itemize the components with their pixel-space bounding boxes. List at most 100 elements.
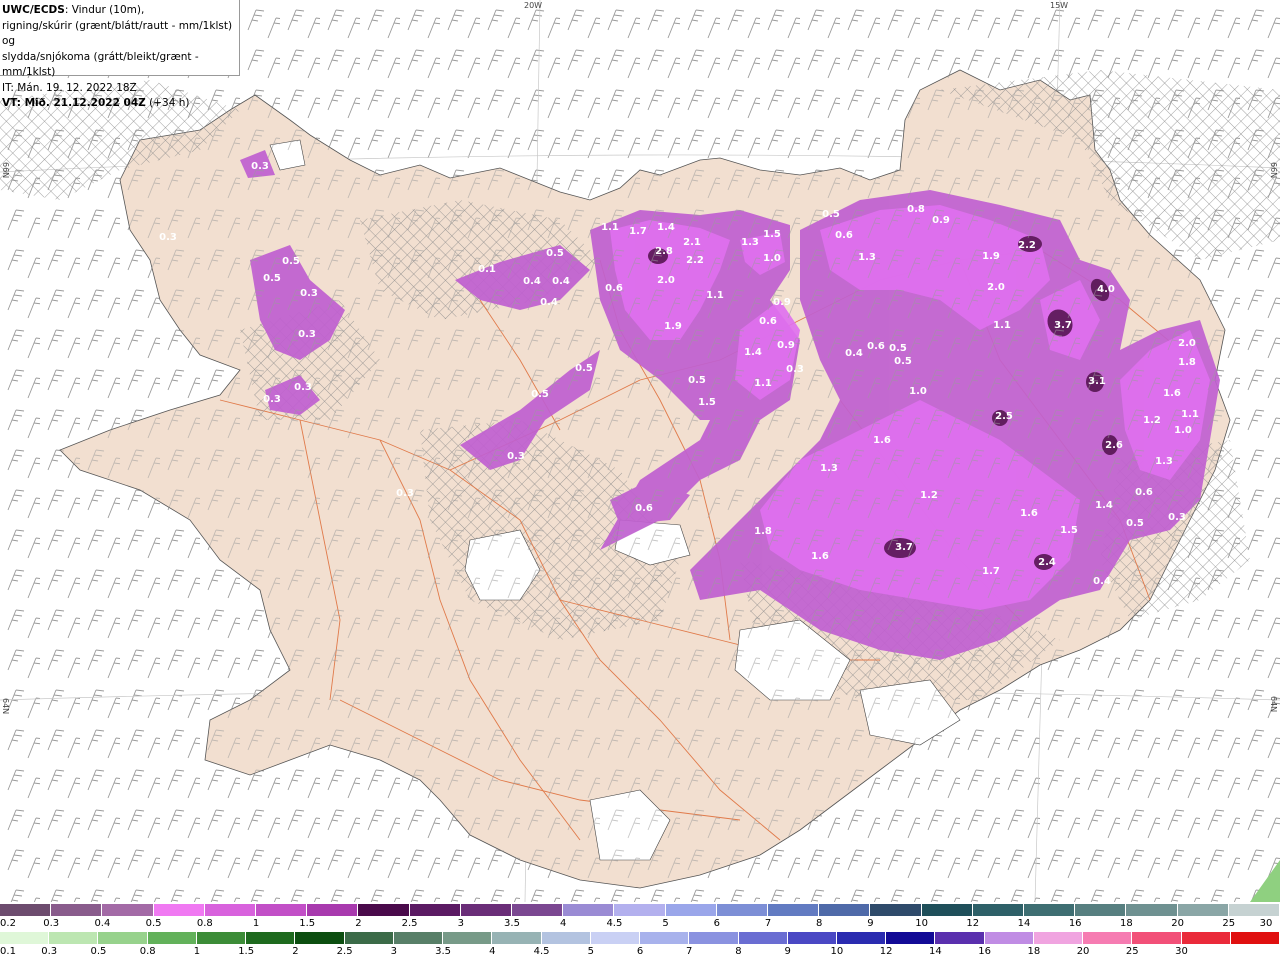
precip-value-label: 2.1: [683, 237, 701, 248]
legend-tick-label: 16: [1068, 918, 1082, 929]
precip-value-label: 0.6: [605, 283, 623, 294]
precip-value-label: 1.8: [1178, 357, 1196, 368]
legend-swatch: [1181, 932, 1231, 944]
precip-value-label: 0.5: [546, 248, 564, 259]
legend-tick-label: 7: [686, 946, 693, 957]
weather-map: 0.3 0.3 0.5 0.5 0.3 0.3 0.3 0.3 0.5 0.1 0.4 0.4 0.4 0…: [0, 0, 1280, 902]
legend-swatch: [344, 932, 394, 944]
precip-value-label: 1.6: [1163, 388, 1181, 399]
precip-value-label: 4.0: [1097, 284, 1115, 295]
precip-value-label: 1.1: [1181, 409, 1199, 420]
precip-value-label: 2.2: [686, 255, 704, 266]
legend-tick-label: 9: [784, 946, 791, 957]
legend-tick-label: 7: [764, 918, 772, 929]
legend-swatch: [204, 904, 257, 916]
legend-swatch: [1033, 932, 1084, 944]
info-line-1: UWC/ECDS: Vindur (10m),: [2, 3, 237, 19]
legend-tick-label: 2.5: [401, 918, 418, 929]
rain-legend-ticks: 0.1 0.3 0.5 0.8 1 1.5 2 2.5 3 3.5 4 4.5 5 6 7 8 9 10 12 14 1…: [0, 946, 1280, 959]
legend-swatch: [563, 904, 615, 916]
legend-swatch: [921, 904, 973, 916]
legend-tick-label: 20: [1171, 918, 1184, 929]
precip-value-label: 0.4: [540, 297, 558, 308]
legend-swatch: [358, 904, 410, 916]
precip-value-label: 1.0: [909, 386, 927, 397]
precip-value-label: 0.3: [298, 329, 316, 340]
legend-swatch: [819, 904, 871, 916]
precip-value-label: 0.9: [777, 340, 795, 351]
legend-tick-label: 12: [966, 918, 980, 929]
precip-value-label: 0.3: [300, 288, 318, 299]
legend-swatch: [984, 932, 1034, 944]
precip-value-label: 3.1: [1088, 376, 1106, 387]
precip-value-label: 0.6: [835, 230, 853, 241]
precip-value-label: 2.0: [657, 275, 675, 286]
legend-tick-label: 16: [978, 946, 991, 957]
precip-value-label: 0.3: [294, 382, 312, 393]
lat-label-left-bottom: 64N: [1, 698, 10, 715]
legend-tick-label: 30: [1259, 918, 1273, 929]
precip-value-label: 0.5: [688, 375, 706, 386]
legend-tick-label: 18: [1120, 918, 1133, 929]
legend-tick-label: 8: [735, 946, 742, 957]
precip-value-label: 0.3: [159, 232, 177, 243]
precip-value-label: 0.5: [894, 356, 912, 367]
precip-value-label: 1.3: [741, 237, 759, 248]
precip-value-label: 0.6: [759, 316, 777, 327]
legend-swatch: [716, 904, 769, 916]
legend-swatch: [295, 932, 345, 944]
legend-tick-label: 3.5: [504, 918, 520, 929]
legend-swatch: [51, 904, 103, 916]
legend-swatch: [787, 932, 837, 944]
legend-swatch: [196, 932, 247, 944]
lon-label-15w: 15W: [1050, 1, 1069, 10]
legend-swatch: [307, 904, 359, 916]
legend-swatch: [768, 904, 820, 916]
legend-tick-label: 10: [915, 918, 928, 929]
precip-value-label: 0.4: [552, 276, 570, 287]
precip-value-label: 1.4: [744, 347, 762, 358]
legend-swatch: [1024, 904, 1076, 916]
legend-swatch: [665, 904, 717, 916]
legend-swatch: [153, 904, 205, 916]
lat-label-right-bottom: 64N: [1269, 696, 1278, 713]
legend-swatch: [1126, 904, 1178, 916]
precip-value-label: 1.7: [629, 226, 647, 237]
legend-swatch: [1228, 904, 1280, 916]
precip-value-label: 1.5: [698, 397, 716, 408]
legend-swatch: [393, 932, 444, 944]
precip-value-label: 3.7: [1054, 320, 1072, 331]
precip-value-label: 1.7: [982, 566, 1000, 577]
precip-value-label: 0.4: [523, 276, 541, 287]
legend-tick-label: 5: [662, 918, 669, 929]
legend-tick-label: 1: [252, 918, 260, 929]
lon-label-20w: 20W: [524, 1, 543, 10]
precip-value-label: 1.2: [1143, 415, 1161, 426]
legend-tick-label: 8: [816, 918, 823, 929]
precip-value-label: 1.5: [763, 229, 781, 240]
precip-value-label: 0.3: [1168, 512, 1186, 523]
legend-swatch: [689, 932, 739, 944]
forecast-lead: (+34 h): [145, 97, 190, 109]
legend-swatch: [1132, 932, 1182, 944]
precip-value-label: 1.2: [920, 490, 938, 501]
legend-swatch: [836, 932, 887, 944]
legend-swatch: [102, 904, 154, 916]
legend-swatch: [443, 932, 493, 944]
precip-value-label: 0.4: [845, 348, 863, 359]
legend-swatch: [640, 932, 690, 944]
lat-label-left-top: 66N: [1, 162, 10, 179]
legend-swatch: [1083, 932, 1133, 944]
legend-swatch: [0, 904, 52, 916]
legend-tick-label: 0.8: [196, 918, 213, 929]
precip-value-label: 1.3: [858, 252, 876, 263]
legend-tick-label: 3: [457, 918, 464, 929]
legend-tick-label: 6: [713, 918, 720, 929]
info-line-3: slydda/snjókoma (grátt/bleikt/grænt - mm…: [2, 50, 199, 79]
map-canvas: 0.30.30.50.50.30.30.30.30.50.10.4 0.40.40…: [0, 0, 1280, 902]
variable-name: : Vindur (10m),: [64, 4, 145, 16]
snow-legend-bar: [0, 904, 1280, 916]
precip-value-label: 2.8: [655, 246, 673, 257]
map-info-box: UWC/ECDS: Vindur (10m), rigning/skúrir (…: [0, 0, 240, 109]
legend-tick-label: 0.4: [94, 918, 111, 929]
